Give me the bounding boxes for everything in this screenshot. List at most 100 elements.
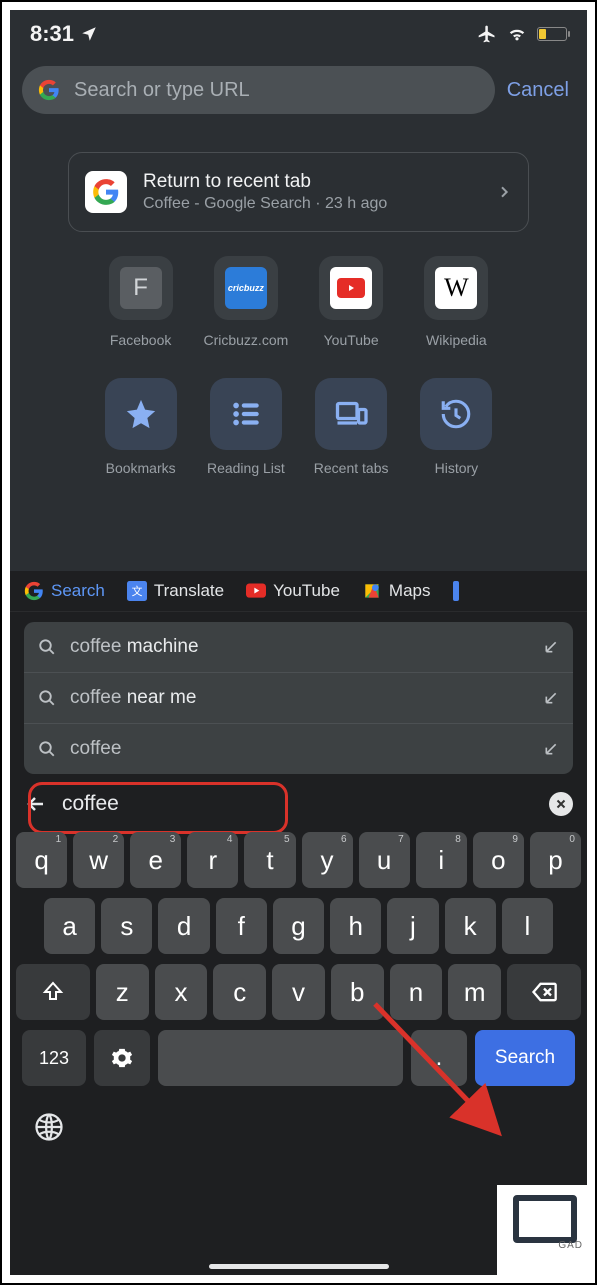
shift-key[interactable] [16,964,90,1020]
kb-app-overflow-icon[interactable] [453,581,459,601]
insert-arrow-icon[interactable] [543,639,559,655]
key-r[interactable]: r4 [187,832,238,888]
google-g-icon [24,581,44,601]
kb-app-maps[interactable]: Maps [362,581,431,601]
numeric-key[interactable]: 123 [22,1030,86,1086]
action-history[interactable]: History [404,378,509,476]
suggestion-item[interactable]: coffee [24,724,573,774]
key-j[interactable]: j [387,898,438,954]
insert-arrow-icon[interactable] [543,741,559,757]
status-bar: 8:31 [10,10,587,58]
backspace-key[interactable] [507,964,581,1020]
shortcut-youtube[interactable]: YouTube [299,256,404,348]
home-indicator[interactable] [209,1264,389,1269]
key-k[interactable]: k [445,898,496,954]
backspace-icon [530,978,558,1006]
clear-query-button[interactable] [549,792,573,816]
space-key[interactable] [158,1030,403,1086]
key-h[interactable]: h [330,898,381,954]
clock: 8:31 [30,21,74,47]
key-q[interactable]: q1 [16,832,67,888]
key-e[interactable]: e3 [130,832,181,888]
suggestion-completion: near me [121,687,196,708]
recent-tab-title: Return to recent tab [143,171,480,193]
action-bookmarks[interactable]: Bookmarks [88,378,193,476]
key-o[interactable]: o9 [473,832,524,888]
star-icon [124,397,158,431]
key-x[interactable]: x [155,964,208,1020]
kb-app-label: Translate [154,581,224,601]
shortcut-label: Cricbuzz.com [203,332,288,348]
omnibar[interactable] [22,66,495,114]
translate-icon: 文 [127,581,147,601]
cancel-button[interactable]: Cancel [507,79,575,102]
key-l[interactable]: l [502,898,553,954]
battery-icon [537,27,567,41]
key-y[interactable]: y6 [302,832,353,888]
shortcuts-grid: F Facebook cricbuzz Cricbuzz.com YouTube… [28,256,569,506]
chevron-right-icon [496,184,512,200]
key-n[interactable]: n [390,964,443,1020]
kb-app-translate[interactable]: 文 Translate [127,581,224,601]
recent-tab-card[interactable]: Return to recent tab Coffee - Google Sea… [68,152,529,232]
globe-icon[interactable] [34,1112,64,1142]
shortcut-cricbuzz[interactable]: cricbuzz Cricbuzz.com [193,256,298,348]
shift-icon [41,980,65,1004]
key-u[interactable]: u7 [359,832,410,888]
youtube-icon [246,581,266,601]
kb-app-youtube[interactable]: YouTube [246,581,340,601]
action-label: History [435,460,479,476]
cricbuzz-icon: cricbuzz [225,267,267,309]
suggestion-prefix: coffee [70,738,121,759]
key-f[interactable]: f [216,898,267,954]
shortcut-wikipedia[interactable]: W Wikipedia [404,256,509,348]
youtube-icon [330,267,372,309]
shortcut-label: Facebook [110,332,171,348]
keyboard-panel: Search 文 Translate YouTube Maps [10,571,587,1275]
omnibar-input[interactable] [74,79,479,102]
suggestion-completion: machine [121,636,198,657]
key-m[interactable]: m [448,964,501,1020]
watermark: GAD [497,1185,587,1275]
search-key[interactable]: Search [475,1030,575,1086]
keyboard-query-text: coffee [62,792,119,816]
key-z[interactable]: z [96,964,149,1020]
wikipedia-icon: W [435,267,477,309]
history-icon [439,397,473,431]
key-w[interactable]: w2 [73,832,124,888]
suggestion-prefix: coffee [70,687,121,708]
close-icon [555,798,567,810]
key-t[interactable]: t5 [244,832,295,888]
suggestion-item[interactable]: coffee near me [24,673,573,724]
key-v[interactable]: v [272,964,325,1020]
key-c[interactable]: c [213,964,266,1020]
kb-app-search[interactable]: Search [24,581,105,601]
action-label: Recent tabs [314,460,389,476]
list-icon [229,397,263,431]
key-d[interactable]: d [158,898,209,954]
back-arrow-icon[interactable] [24,792,48,816]
kb-app-label: YouTube [273,581,340,601]
action-label: Reading List [207,460,285,476]
key-i[interactable]: i8 [416,832,467,888]
insert-arrow-icon[interactable] [543,690,559,706]
key-g[interactable]: g [273,898,324,954]
svg-text:文: 文 [131,584,142,598]
key-p[interactable]: p0 [530,832,581,888]
location-arrow-icon [80,25,98,43]
action-recent-tabs[interactable]: Recent tabs [299,378,404,476]
keyboard: q1w2e3r4t5y6u7i8o9p0 asdfghjkl zxcvbnm 1… [10,826,587,1096]
key-b[interactable]: b [331,964,384,1020]
search-icon [38,689,56,707]
action-reading-list[interactable]: Reading List [193,378,298,476]
period-key[interactable]: . [411,1030,467,1086]
key-a[interactable]: a [44,898,95,954]
suggestion-prefix: coffee [70,636,121,657]
suggestion-item[interactable]: coffee machine [24,622,573,673]
wifi-icon [507,26,527,42]
google-g-icon [38,79,60,101]
shortcut-facebook[interactable]: F Facebook [88,256,193,348]
settings-key[interactable] [94,1030,150,1086]
shortcut-label: Wikipedia [426,332,487,348]
key-s[interactable]: s [101,898,152,954]
